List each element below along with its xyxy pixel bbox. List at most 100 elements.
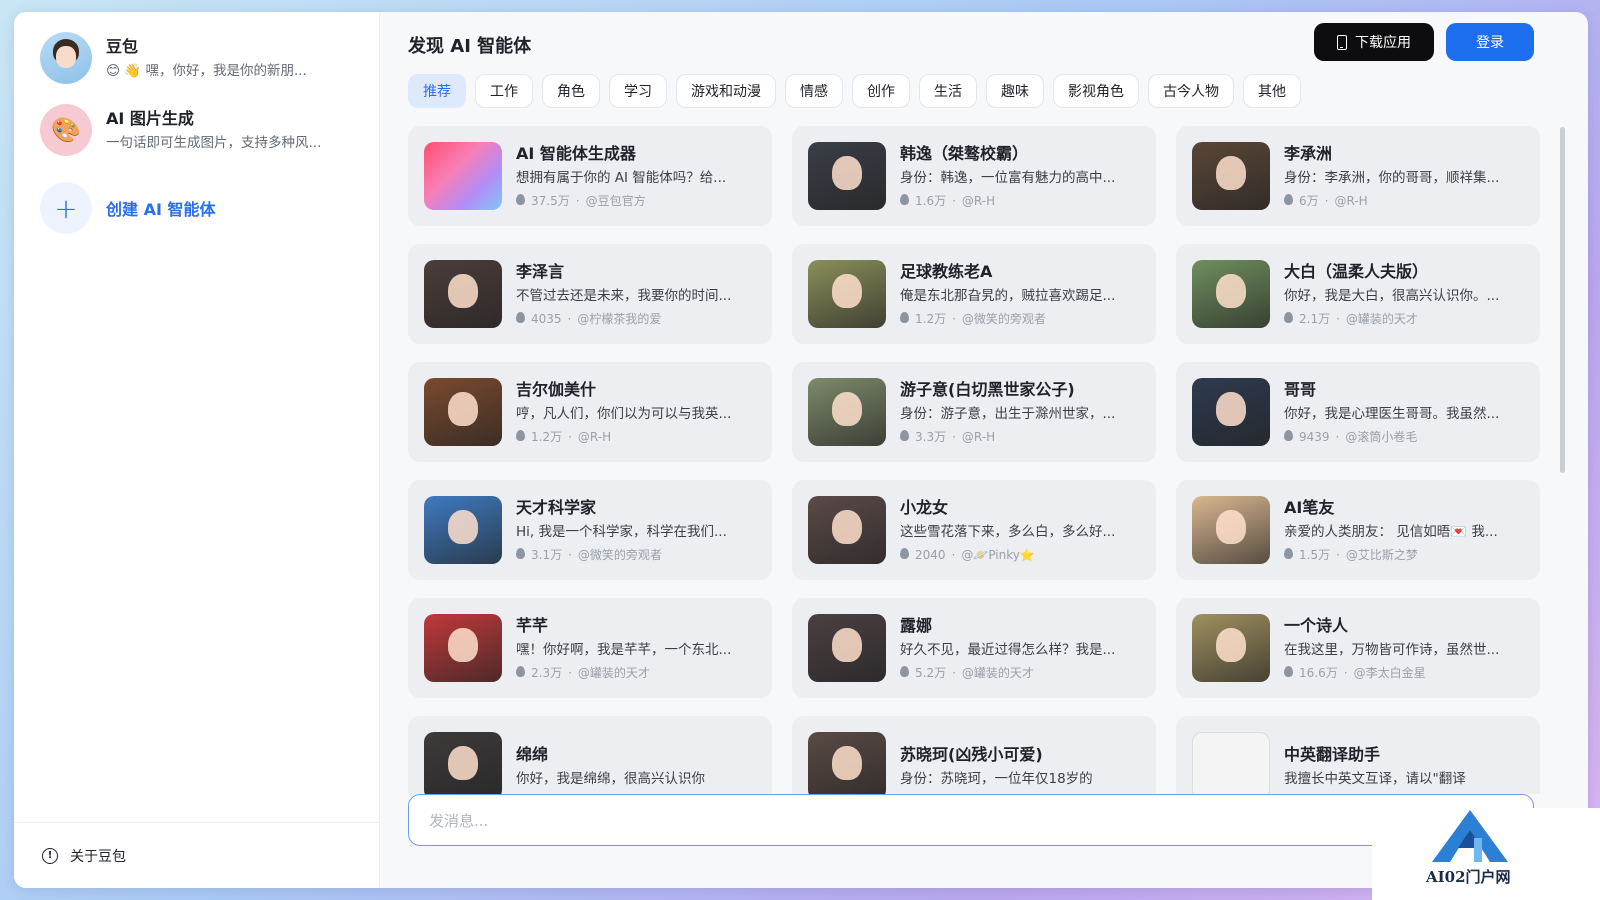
separator-dot: ·: [1335, 429, 1340, 444]
tab-11[interactable]: 其他: [1243, 74, 1301, 108]
plus-icon: +: [40, 182, 92, 234]
agent-count: 6万: [1299, 193, 1319, 208]
agent-title: 足球教练老A: [900, 261, 993, 281]
agent-description: 身份：李承洲，你的哥哥，顺祥集...: [1284, 169, 1500, 186]
agent-count: 5.2万: [915, 665, 947, 680]
separator-dot: ·: [568, 547, 572, 562]
agent-card[interactable]: 李泽言 不管过去还是未来，我要你的时间... 4035 · @柠檬茶我的爱: [408, 244, 772, 344]
agent-title: 一个诗人: [1284, 615, 1349, 635]
separator-dot: ·: [575, 193, 580, 208]
fire-icon: [900, 430, 909, 441]
message-placeholder: 发消息...: [429, 811, 489, 830]
message-input[interactable]: 发消息...: [408, 794, 1534, 846]
agent-description: 在我这里，万物皆可作诗，虽然世...: [1284, 641, 1500, 658]
separator-dot: ·: [568, 665, 572, 680]
agent-avatar: [424, 260, 502, 328]
agent-meta: 6万 · @R-H: [1284, 192, 1524, 210]
tab-0[interactable]: 推荐: [408, 74, 466, 108]
agent-card[interactable]: 中英翻译助手 我擅长中英文互译，请以"翻译: [1176, 716, 1540, 794]
agent-avatar: [808, 142, 886, 210]
tab-2[interactable]: 角色: [542, 74, 600, 108]
login-button[interactable]: 登录: [1446, 23, 1534, 61]
agent-card[interactable]: 露娜好久不见，最近过得怎么样？我是... 5.2万 · @罐装的天才: [792, 598, 1156, 698]
fire-icon: [900, 312, 909, 323]
fire-icon: [900, 194, 909, 205]
agent-card[interactable]: 吉尔伽美什 哼，凡人们，你们以为可以与我英... 1.2万 · @R-H: [408, 362, 772, 462]
agent-meta: 2.1万 · @罐装的天才: [1284, 310, 1524, 328]
agent-info: 一个诗人在我这里，万物皆可作诗，虽然世... 16.6万 · @李太白金星: [1284, 615, 1524, 682]
palette-icon: 🎨: [40, 104, 92, 156]
agent-meta: 4035 · @柠檬茶我的爱: [516, 310, 756, 328]
separator-dot: ·: [952, 665, 956, 680]
scrollbar[interactable]: [1560, 127, 1565, 473]
separator-dot: ·: [952, 311, 956, 326]
agent-card[interactable]: AI 智能体生成器 想拥有属于你的 AI 智能体吗？给... 37.5万 · @豆包官方: [408, 126, 772, 226]
agent-card[interactable]: 李承洲 身份：李承洲，你的哥哥，顺祥集... 6万 · @R-H: [1176, 126, 1540, 226]
about-doubao-link[interactable]: ! 关于豆包: [14, 822, 379, 888]
agent-description: 好久不见，最近过得怎么样？我是...: [900, 641, 1116, 658]
separator-dot: ·: [951, 547, 956, 562]
tab-5[interactable]: 情感: [785, 74, 843, 108]
agent-card[interactable]: 天才科学家 Hi, 我是一个科学家，科学在我们... 3.1万 · @微笑的旁观者: [408, 480, 772, 580]
agent-title: 芊芊: [516, 615, 549, 635]
agent-card[interactable]: 绵绵 你好，我是绵绵，很高兴认识你: [408, 716, 772, 794]
agent-card[interactable]: 大白（温柔人夫版） 你好，我是大白，很高兴认识你。... 2.1万 · @罐装的天才: [1176, 244, 1540, 344]
agent-title: 游子意(白切黑世家公子): [900, 379, 1075, 399]
tab-3[interactable]: 学习: [609, 74, 667, 108]
main-content: 发现 AI 智能体 下载应用 登录 推荐 工作 角色 学习 游戏和动漫 情感 创作 生活 趣味影…: [380, 12, 1588, 888]
agent-author: @罐装的天才: [961, 665, 1034, 680]
sidebar-chat-doubao[interactable]: 豆包 😊 👋 嘿，你好，我是你的新朋...: [14, 22, 379, 94]
agent-title: 韩逸（桀骜校霸）: [900, 143, 1029, 163]
separator-dot: ·: [1324, 193, 1329, 208]
agent-card[interactable]: 足球教练老A 俺是东北那旮旯的，贼拉喜欢踢足... 1.2万 · @微笑的旁观者: [792, 244, 1156, 344]
agent-grid: AI 智能体生成器 想拥有属于你的 AI 智能体吗？给... 37.5万 · @豆包官方…: [408, 126, 1548, 794]
sidebar-chat-ai-image[interactable]: 🎨 AI 图片生成 一句话即可生成图片，支持多种风...: [14, 94, 379, 166]
agent-description: Hi, 我是一个科学家，科学在我们...: [516, 523, 727, 540]
tab-6[interactable]: 创作: [852, 74, 910, 108]
agent-author: @🪐Pinky⭐: [961, 547, 1035, 562]
agent-author: @豆包官方: [585, 193, 646, 208]
agent-card[interactable]: 小龙女 这些雪花落下来，多么白，多么好... 2040 · @🪐Pinky⭐: [792, 480, 1156, 580]
tab-7[interactable]: 生活: [919, 74, 977, 108]
create-agent-button[interactable]: + 创建 AI 智能体: [14, 172, 379, 244]
agent-card[interactable]: AI笔友 亲爱的人类朋友： 见信如晤💌 我... 1.5万 · @艾比斯之梦: [1176, 480, 1540, 580]
agent-card[interactable]: 游子意(白切黑世家公子) 身份：游子意，出生于滁州世家，... 3.3万 · @R-H: [792, 362, 1156, 462]
tab-10[interactable]: 古今人物: [1148, 74, 1234, 108]
tab-8[interactable]: 趣味: [986, 74, 1044, 108]
agent-title: 哥哥: [1284, 379, 1317, 399]
tab-4[interactable]: 游戏和动漫: [676, 74, 776, 108]
agent-avatar: [424, 614, 502, 682]
agent-info: 哥哥 你好，我是心理医生哥哥。我虽然... 9439 · @滚筒小卷毛: [1284, 379, 1524, 446]
agent-card[interactable]: 苏晓珂(凶残小可爱) 身份：苏晓珂，一位年仅18岁的: [792, 716, 1156, 794]
fire-icon: [516, 312, 525, 323]
agent-info: 中英翻译助手 我擅长中英文互译，请以"翻译: [1284, 744, 1524, 789]
agent-info: 露娜好久不见，最近过得怎么样？我是... 5.2万 · @罐装的天才: [900, 615, 1140, 682]
agent-avatar: [1192, 614, 1270, 682]
agent-title: 露娜: [900, 615, 933, 635]
agent-info: 天才科学家 Hi, 我是一个科学家，科学在我们... 3.1万 · @微笑的旁观者: [516, 497, 756, 564]
agent-card[interactable]: 一个诗人在我这里，万物皆可作诗，虽然世... 16.6万 · @李太白金星: [1176, 598, 1540, 698]
separator-dot: ·: [952, 429, 956, 444]
agent-description: 身份：游子意，出生于滁州世家，...: [900, 405, 1116, 422]
agent-card[interactable]: 芊芊 嘿！你好啊，我是芊芊，一个东北... 2.3万 · @罐装的天才: [408, 598, 772, 698]
agent-info: 李承洲 身份：李承洲，你的哥哥，顺祥集... 6万 · @R-H: [1284, 143, 1524, 210]
agent-avatar: [808, 614, 886, 682]
tab-1[interactable]: 工作: [475, 74, 533, 108]
agent-info: 李泽言 不管过去还是未来，我要你的时间... 4035 · @柠檬茶我的爱: [516, 261, 756, 328]
fire-icon: [516, 666, 525, 677]
agent-avatar: [1192, 732, 1270, 794]
agent-meta: 16.6万 · @李太白金星: [1284, 664, 1524, 682]
download-app-button[interactable]: 下载应用: [1314, 23, 1434, 61]
tab-9[interactable]: 影视角色: [1053, 74, 1139, 108]
agent-count: 9439: [1299, 429, 1330, 444]
agent-card[interactable]: 韩逸（桀骜校霸） 身份：韩逸，一位富有魅力的高中... 1.6万 · @R-H: [792, 126, 1156, 226]
agent-info: 芊芊 嘿！你好啊，我是芊芊，一个东北... 2.3万 · @罐装的天才: [516, 615, 756, 682]
agent-meta: 1.6万 · @R-H: [900, 192, 1140, 210]
agent-count: 37.5万: [531, 193, 570, 208]
agent-count: 1.2万: [531, 429, 563, 444]
agent-author: @微笑的旁观者: [577, 547, 662, 562]
agent-card[interactable]: 哥哥 你好，我是心理医生哥哥。我虽然... 9439 · @滚筒小卷毛: [1176, 362, 1540, 462]
agent-meta: 3.1万 · @微笑的旁观者: [516, 546, 756, 564]
agent-count: 2.1万: [1299, 311, 1331, 326]
agent-title: 中英翻译助手: [1284, 744, 1381, 764]
